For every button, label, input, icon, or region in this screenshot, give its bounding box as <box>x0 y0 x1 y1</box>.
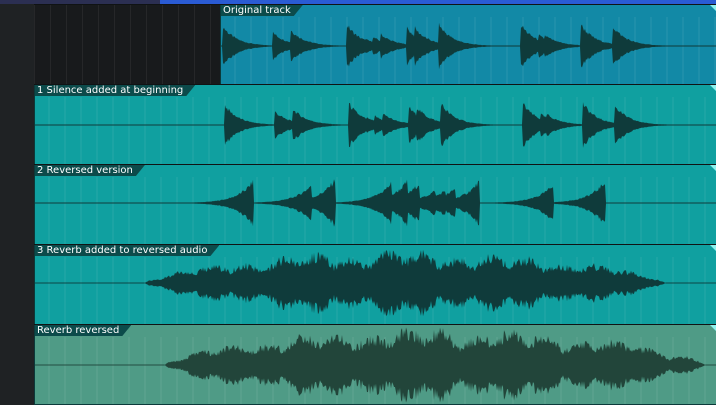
clip-corner-handle[interactable] <box>710 245 716 252</box>
clip-corner-handle[interactable] <box>710 85 716 92</box>
audio-clip-reversed[interactable]: 2 Reversed version <box>34 165 716 245</box>
track-lane-silence: 1 Silence added at beginning <box>34 84 716 165</box>
clip-label: Reverb reversed <box>35 325 131 336</box>
waveform <box>35 327 716 404</box>
track-lane-original: Original track <box>34 4 716 85</box>
audio-clip-reverb-added[interactable]: 3 Reverb added to reversed audio <box>34 245 716 325</box>
clip-label: 2 Reversed version <box>35 165 145 176</box>
clip-label: Original track <box>221 5 303 16</box>
waveform <box>221 17 716 84</box>
waveform <box>35 97 716 164</box>
audio-clip-silence-added[interactable]: 1 Silence added at beginning <box>34 85 716 165</box>
track-lane-reverb-added: 3 Reverb added to reversed audio <box>34 244 716 325</box>
waveform <box>35 177 716 244</box>
clip-label: 3 Reverb added to reversed audio <box>35 245 219 256</box>
clip-corner-handle[interactable] <box>710 325 716 332</box>
clip-corner-handle[interactable] <box>710 5 716 12</box>
track-header-strip <box>0 4 35 404</box>
clip-label: 1 Silence added at beginning <box>35 85 195 96</box>
waveform <box>35 249 716 324</box>
track-lane-reverb-reversed: Reverb reversed <box>34 324 716 405</box>
track-lane-reversed: 2 Reversed version <box>34 164 716 245</box>
audio-clip-original[interactable]: Original track <box>220 5 716 85</box>
clip-corner-handle[interactable] <box>710 165 716 172</box>
audio-clip-reverb-reversed[interactable]: Reverb reversed <box>34 325 716 405</box>
empty-timeline-region <box>34 5 220 84</box>
